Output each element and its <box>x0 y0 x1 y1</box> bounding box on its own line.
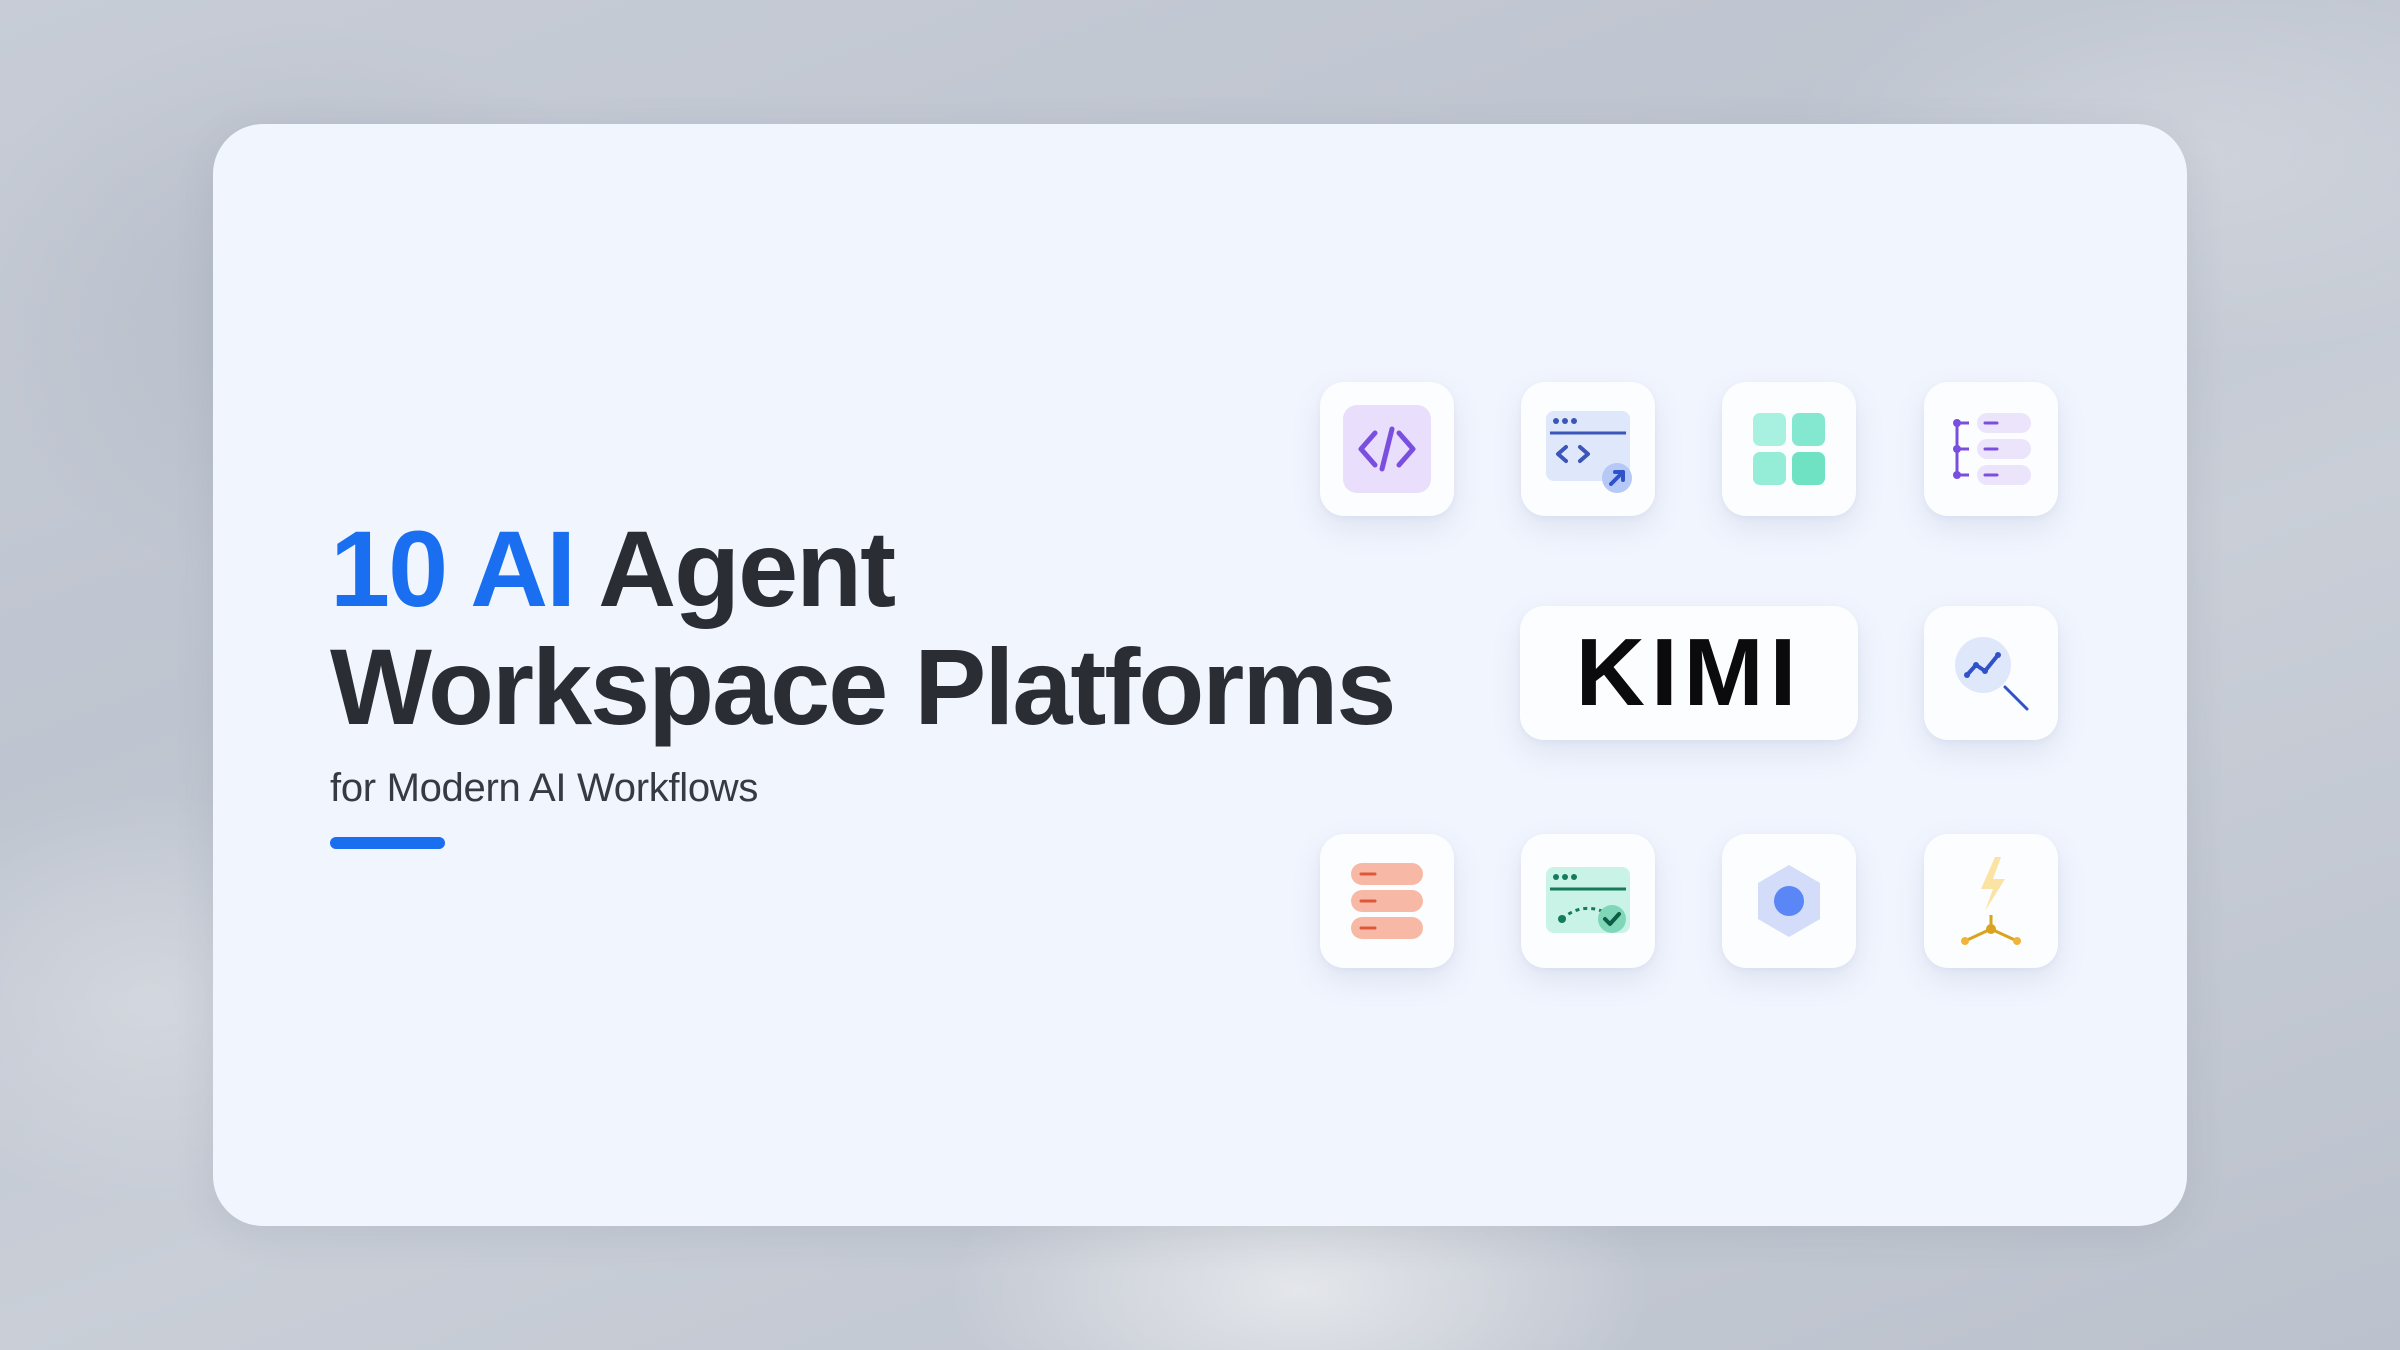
chart-search-icon <box>1955 637 2029 711</box>
page-title-line-1: 10 AI Agent <box>330 510 1430 628</box>
page-title-line-2: Workspace Platforms <box>330 626 1396 747</box>
tile-server-stack <box>1320 834 1454 968</box>
tile-hexagon <box>1722 834 1856 968</box>
tree-list-icon <box>1953 413 2031 485</box>
lightning-node-icon <box>1961 857 2021 945</box>
title-accent: 10 AI <box>330 508 576 629</box>
title-block: 10 AI Agent Workspace Platforms for Mode… <box>330 510 1430 849</box>
kimi-logo: KIMI <box>1575 619 1803 726</box>
kimi-logo-tile: KIMI <box>1520 606 1858 740</box>
code-tag-icon <box>1343 405 1431 493</box>
title-line-1-rest: Agent <box>598 508 896 629</box>
tile-code-window <box>1521 382 1655 516</box>
workflow-check-icon <box>1546 867 1630 933</box>
page-subtitle: for Modern AI Workflows <box>330 766 759 810</box>
tile-lightning-node <box>1924 834 2058 968</box>
hexagon-icon <box>1758 865 1820 937</box>
tile-tree-list <box>1924 382 2058 516</box>
tile-workflow-check <box>1521 834 1655 968</box>
tile-chart-search <box>1924 606 2058 740</box>
accent-underline <box>330 837 445 849</box>
server-stack-icon <box>1351 863 1423 939</box>
grid-apps-icon <box>1753 413 1825 485</box>
tile-code-tag <box>1320 382 1454 516</box>
code-window-icon <box>1546 411 1632 493</box>
tile-grid-apps <box>1722 382 1856 516</box>
